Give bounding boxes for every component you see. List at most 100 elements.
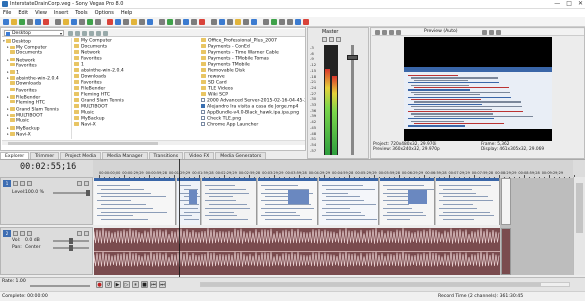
master-solo-button[interactable] — [336, 37, 341, 42]
pan-slider-knob[interactable] — [69, 245, 73, 251]
file-list-item[interactable]: Navi-X — [74, 122, 199, 128]
volume-slider-knob[interactable] — [69, 238, 73, 244]
toolbar-button-icon[interactable] — [131, 18, 137, 25]
menu-help[interactable]: Help — [121, 10, 132, 16]
toolbar-button-icon[interactable] — [219, 18, 225, 25]
tab-project-media[interactable]: Project Media — [60, 152, 102, 159]
stop-preview-icon[interactable] — [96, 30, 101, 36]
video-clip-thumbnail[interactable] — [319, 178, 379, 225]
toolbar-button-icon[interactable] — [107, 18, 113, 25]
toolbar-button-icon[interactable] — [43, 18, 49, 25]
arm-record-icon[interactable] — [27, 231, 32, 236]
toolbar-button-icon[interactable] — [295, 18, 301, 25]
views-icon[interactable] — [103, 30, 108, 36]
toolbar-button-icon[interactable] — [115, 18, 121, 25]
toolbar-button-icon[interactable] — [3, 18, 9, 25]
toolbar-button-icon[interactable] — [55, 18, 61, 25]
menu-tools[interactable]: Tools — [75, 10, 87, 16]
toolbar-button-icon[interactable] — [175, 18, 181, 25]
tab-video-fx[interactable]: Video FX — [184, 152, 215, 159]
toolbar-button-icon[interactable] — [251, 18, 257, 25]
audio-clip-fragment[interactable] — [501, 228, 511, 275]
toolbar-button-icon[interactable] — [123, 18, 129, 25]
copy-snapshot-icon[interactable] — [489, 30, 494, 35]
loop-playback-button[interactable]: ↺ — [105, 281, 112, 288]
timeline-vertical-scrollbar[interactable] — [573, 177, 585, 275]
toolbar-button-icon[interactable] — [27, 18, 33, 25]
project-properties-icon[interactable] — [375, 30, 380, 35]
timeline-cursor[interactable] — [179, 159, 180, 277]
tab-transitions[interactable]: Transitions — [148, 152, 184, 159]
toolbar-button-icon[interactable] — [227, 18, 233, 25]
master-fader-knob[interactable] — [347, 55, 358, 60]
tab-media-generators[interactable]: Media Generators — [215, 152, 267, 159]
minimize-button[interactable]: — — [554, 0, 560, 9]
overlays-icon[interactable] — [482, 30, 487, 35]
pan-slider[interactable] — [53, 245, 89, 251]
menu-view[interactable]: View — [35, 10, 47, 16]
scrollbar-thumb[interactable] — [8, 142, 158, 145]
close-button[interactable]: ✕ — [578, 0, 583, 9]
menu-options[interactable]: Options — [95, 10, 114, 16]
track-fx-icon[interactable] — [20, 231, 25, 236]
toolbar-button-icon[interactable] — [79, 18, 85, 25]
record-button[interactable]: ● — [96, 281, 103, 288]
video-clip-fragment[interactable] — [501, 178, 511, 225]
toolbar-button-icon[interactable] — [95, 18, 101, 25]
toolbar-button-icon[interactable] — [235, 18, 241, 25]
toolbar-button-icon[interactable] — [199, 18, 205, 25]
toolbar-button-icon[interactable] — [11, 18, 17, 25]
preview-quality-dropdown[interactable]: Preview (Auto) — [424, 29, 458, 35]
video-clip-thumbnail[interactable] — [202, 178, 257, 225]
timeline-empty-area[interactable] — [500, 178, 573, 275]
video-fx-icon[interactable] — [389, 30, 394, 35]
play-preview-icon[interactable] — [89, 30, 94, 36]
video-clip-thumbnail[interactable] — [258, 178, 318, 225]
mute-icon[interactable] — [77, 231, 82, 236]
level-slider[interactable] — [53, 190, 90, 196]
volume-slider[interactable] — [53, 238, 89, 244]
maximize-button[interactable]: □ — [566, 0, 572, 9]
video-clip-thumbnail[interactable] — [380, 178, 435, 225]
video-track-lane[interactable] — [94, 178, 500, 225]
location-dropdown[interactable]: Desktop ▾ — [4, 30, 64, 36]
toolbar-button-icon[interactable] — [139, 18, 145, 25]
toolbar-button-icon[interactable] — [87, 18, 93, 25]
toolbar-button-icon[interactable] — [159, 18, 165, 25]
scrollbar-thumb[interactable] — [201, 283, 541, 286]
external-monitor-icon[interactable] — [382, 30, 387, 35]
menu-edit[interactable]: Edit — [18, 10, 28, 16]
tab-trimmer[interactable]: Trimmer — [30, 152, 60, 159]
go-to-start-button[interactable]: ⏮ — [150, 281, 157, 288]
video-clip-thumbnail[interactable] — [177, 178, 201, 225]
explorer-horizontal-scrollbar[interactable] — [2, 140, 305, 145]
expand-track-icon[interactable] — [13, 181, 18, 186]
toolbar-button-icon[interactable] — [63, 18, 69, 25]
expand-track-icon[interactable] — [13, 231, 18, 236]
toolbar-button-icon[interactable] — [183, 18, 189, 25]
tab-media-manager[interactable]: Media Manager — [102, 152, 148, 159]
go-to-end-button[interactable]: ⏭ — [159, 281, 166, 288]
master-fx-button[interactable] — [322, 37, 327, 42]
track-fx-icon[interactable] — [27, 181, 32, 186]
menu-insert[interactable]: Insert — [54, 10, 68, 16]
delete-icon[interactable] — [82, 30, 87, 36]
tree-item[interactable]: ▸ Navi-X — [2, 131, 71, 138]
solo-icon[interactable] — [84, 181, 89, 186]
play-from-start-button[interactable]: ▶ — [114, 281, 121, 288]
timeline-ruler[interactable]: 00:00:00;0000:00:29;2900:00:59;2800:01:2… — [93, 160, 575, 178]
mute-icon[interactable] — [77, 181, 82, 186]
toolbar-button-icon[interactable] — [19, 18, 25, 25]
save-snapshot-icon[interactable] — [496, 30, 501, 35]
scrollbar-thumb[interactable] — [576, 183, 583, 233]
toolbar-button-icon[interactable] — [287, 18, 293, 25]
audio-track-lane[interactable] — [94, 228, 500, 275]
toolbar-button-icon[interactable] — [35, 18, 41, 25]
toolbar-button-icon[interactable] — [167, 18, 173, 25]
rate-slider[interactable] — [30, 285, 90, 287]
video-clip-thumbnail[interactable] — [94, 178, 176, 225]
toolbar-button-icon[interactable] — [279, 18, 285, 25]
menu-file[interactable]: File — [3, 10, 11, 16]
toolbar-button-icon[interactable] — [263, 18, 269, 25]
file-list-item[interactable]: Chrome App Launcher — [201, 122, 305, 128]
